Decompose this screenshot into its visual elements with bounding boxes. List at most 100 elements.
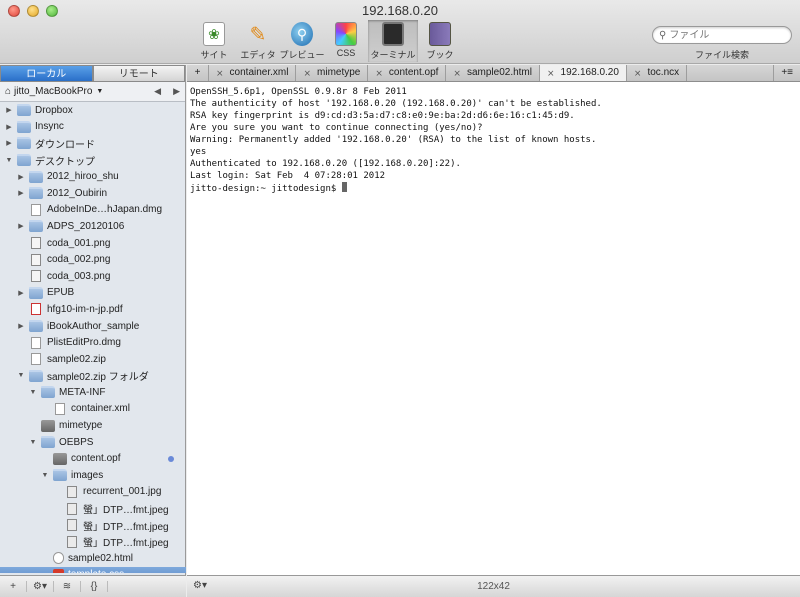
disclosure-closed-icon[interactable]: ▶ [4, 139, 14, 147]
terminal-line: Authenticated to 192.168.0.20 ([192.168.… [190, 159, 461, 169]
tree-file-row[interactable]: container.xml [0, 401, 186, 418]
tree-item-label: sample02.html [68, 552, 134, 564]
doc-icon [31, 203, 41, 216]
tab-terminal-host[interactable]: ⨯ 192.168.0.20 [539, 65, 627, 81]
tree-file-row[interactable]: coda_001.png [0, 235, 186, 252]
tab-container-xml[interactable]: ⨯ container.xml [209, 65, 297, 81]
disclosure-open-icon[interactable]: ▼ [28, 439, 38, 446]
tree-folder-row[interactable]: ▶ 2012_hiroo_shu [0, 168, 186, 185]
terminal-output[interactable]: OpenSSH_5.6p1, OpenSSL 0.9.8r 8 Feb 2011… [187, 82, 800, 575]
tree-folder-row[interactable]: ▼ images [0, 467, 186, 484]
tree-folder-row[interactable]: ▶ EPUB [0, 285, 186, 302]
toolbar-terminal-button[interactable]: ターミナル [368, 20, 418, 62]
host-name: jitto_MacBookPro [14, 86, 93, 97]
tab-toc-ncx[interactable]: ⨯ toc.ncx [627, 65, 688, 81]
file-search-box[interactable]: ⚲ [652, 26, 792, 44]
tab-label: content.opf [388, 67, 439, 78]
tree-folder-row[interactable]: ▼ OEBPS [0, 434, 186, 451]
tree-file-row[interactable]: 螢」DTP…fmt.jpeg [0, 500, 186, 517]
jpg-icon [67, 519, 77, 532]
tree-folder-row[interactable]: ▶ 2012_Oubirin [0, 185, 186, 202]
toolbar-css-button[interactable]: CSS [324, 20, 368, 62]
tree-file-row[interactable]: 螢」DTP…fmt.jpeg [0, 517, 186, 534]
toolbar-preview-button[interactable]: ⚲ プレビュー [280, 20, 325, 62]
new-tab-button[interactable]: + [187, 65, 209, 81]
tree-item-label: PlistEditPro.dmg [47, 337, 121, 349]
tree-item-label: ダウンロード [35, 139, 95, 151]
disclosure-closed-icon[interactable]: ▶ [16, 222, 26, 230]
tree-item-label: Dropbox [35, 104, 73, 116]
tree-file-row[interactable]: 螢」DTP…fmt.jpeg [0, 533, 186, 550]
disclosure-open-icon[interactable]: ▼ [4, 157, 14, 164]
tree-file-row[interactable]: template.css [0, 566, 186, 573]
file-search-input[interactable] [669, 29, 780, 41]
tree-file-row[interactable]: coda_002.png [0, 251, 186, 268]
site-leaf-icon: ❀ [203, 22, 225, 46]
braces-icon[interactable]: {} [81, 581, 108, 592]
tab-mimetype[interactable]: ⨯ mimetype [296, 65, 369, 81]
disclosure-closed-icon[interactable]: ▶ [16, 289, 26, 297]
tree-folder-row[interactable]: ▼ META-INF [0, 384, 186, 401]
png-icon [31, 253, 41, 266]
disclosure-closed-icon[interactable]: ▶ [4, 106, 14, 114]
tree-file-row[interactable]: coda_003.png [0, 268, 186, 285]
rss-icon[interactable]: ≋ [54, 581, 81, 592]
close-tab-icon[interactable]: ⨯ [216, 65, 224, 81]
folder-icon [17, 154, 31, 167]
disclosure-closed-icon[interactable]: ▶ [16, 189, 26, 197]
tree-item-label: content.opf [71, 453, 121, 465]
doc-icon [55, 402, 65, 415]
tree-file-row[interactable]: hfg10-im-n-jp.pdf [0, 301, 186, 318]
close-tab-icon[interactable]: ⨯ [303, 65, 311, 81]
tree-file-row[interactable]: AdobeInDe…hJapan.dmg [0, 202, 186, 219]
tree-file-row[interactable]: content.opf [0, 450, 186, 467]
tree-file-row[interactable]: sample02.html [0, 550, 186, 567]
tree-folder-row[interactable]: ▶ ダウンロード [0, 135, 186, 152]
add-icon[interactable]: + [0, 581, 27, 592]
disclosure-open-icon[interactable]: ▼ [16, 372, 26, 379]
toolbar-label: CSS [336, 48, 356, 58]
back-arrow-icon[interactable]: ◀ [154, 86, 161, 97]
close-tab-icon[interactable]: ⨯ [547, 65, 555, 81]
tree-file-row[interactable]: mimetype [0, 417, 186, 434]
tree-item-label: coda_003.png [47, 270, 111, 282]
disclosure-closed-icon[interactable]: ▶ [16, 173, 26, 181]
disclosure-closed-icon[interactable]: ▶ [16, 322, 26, 330]
disclosure-closed-icon[interactable]: ▶ [4, 123, 14, 131]
tab-sample02-html[interactable]: ⨯ sample02.html [446, 65, 540, 81]
folder-icon [29, 220, 43, 233]
tree-folder-row[interactable]: ▶ Dropbox [0, 102, 186, 119]
tree-file-row[interactable]: recurrent_001.jpg [0, 484, 186, 501]
tree-file-row[interactable]: sample02.zip [0, 351, 186, 368]
toolbar-editor-button[interactable]: ✎ エディタ [236, 20, 280, 62]
disclosure-open-icon[interactable]: ▼ [28, 389, 38, 396]
tree-folder-row[interactable]: ▶ iBookAuthor_sample [0, 318, 186, 335]
tree-folder-row[interactable]: ▼ デスクトップ [0, 152, 186, 169]
jpg-icon [67, 485, 77, 498]
close-tab-icon[interactable]: ⨯ [634, 65, 642, 81]
tree-file-row[interactable]: PlistEditPro.dmg [0, 334, 186, 351]
tab-remote[interactable]: リモート [92, 65, 185, 82]
terminal-size: 122x42 [477, 581, 510, 592]
tree-folder-row[interactable]: ▶ ADPS_20120106 [0, 218, 186, 235]
forward-arrow-icon[interactable]: ▶ [173, 86, 180, 97]
tree-item-label: template.css [68, 569, 124, 573]
host-selector[interactable]: ⌂ jitto_MacBookPro ▼ ◀ ▶ [0, 82, 185, 102]
tree-item-label: sample02.zip フォルダ [47, 372, 149, 384]
tree-item-label: sample02.zip [47, 353, 106, 365]
close-tab-icon[interactable]: ⨯ [453, 65, 461, 81]
document-tab-bar: + ⨯ container.xml ⨯ mimetype ⨯ content.opf … [187, 65, 800, 82]
gear-icon[interactable]: ⚙▾ [27, 581, 54, 592]
disclosure-open-icon[interactable]: ▼ [40, 472, 50, 479]
history-arrows: ◀ ▶ [154, 86, 180, 97]
tab-overflow-menu[interactable]: +≡ [773, 65, 800, 81]
tree-item-label: hfg10-im-n-jp.pdf [47, 303, 123, 315]
tree-folder-row[interactable]: ▼ sample02.zip フォルダ [0, 368, 186, 385]
toolbar-label: ブック [426, 50, 454, 60]
close-tab-icon[interactable]: ⨯ [375, 65, 383, 81]
toolbar-site-button[interactable]: ❀ サイト [192, 20, 236, 62]
toolbar-book-button[interactable]: ブック [418, 20, 462, 62]
tab-content-opf[interactable]: ⨯ content.opf [368, 65, 447, 81]
tab-local[interactable]: ローカル [0, 65, 93, 82]
tree-folder-row[interactable]: ▶ Insync [0, 119, 186, 136]
